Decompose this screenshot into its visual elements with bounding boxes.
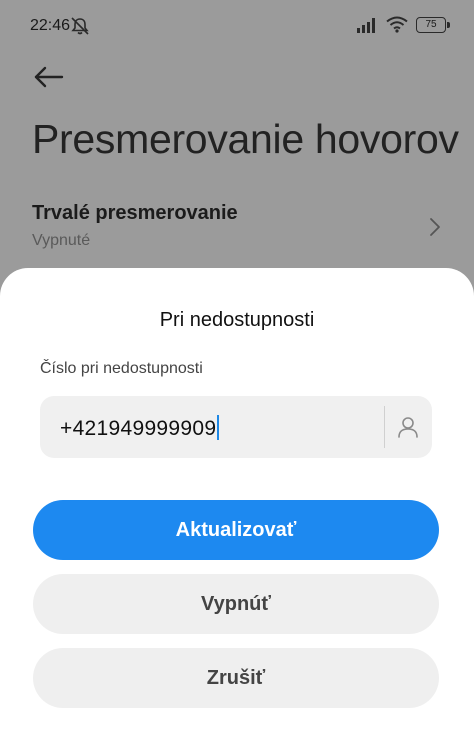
chevron-right-icon xyxy=(430,218,440,236)
muted-bell-icon xyxy=(71,17,89,35)
status-bar: 22:46 75 xyxy=(0,0,474,54)
phone-number-input[interactable]: +421949999909 xyxy=(60,415,220,441)
phone-number-value: +421949999909 xyxy=(60,417,217,440)
dialog-title: Pri nedostupnosti xyxy=(159,309,315,331)
bottom-sheet-dialog: Pri nedostupnosti Číslo pri nedostupnost… xyxy=(0,268,474,736)
phone-number-field[interactable]: +421949999909 xyxy=(40,396,432,458)
setting-row-permanent-forwarding[interactable]: Trvalé presmerovanie Vypnuté xyxy=(32,200,442,260)
page-title: Presmerovanie hovorov xyxy=(32,116,459,162)
setting-status: Vypnuté xyxy=(32,232,91,249)
input-divider xyxy=(384,406,385,448)
field-label: Číslo pri nedostupnosti xyxy=(40,360,203,377)
disable-button[interactable]: Vypnúť xyxy=(33,574,439,634)
cancel-button[interactable]: Zrušiť xyxy=(33,648,439,708)
wifi-icon xyxy=(386,16,408,33)
setting-title: Trvalé presmerovanie xyxy=(32,202,238,224)
battery-icon: 75 xyxy=(416,16,450,33)
status-time: 22:46 xyxy=(30,17,71,34)
text-caret xyxy=(217,415,220,440)
update-button[interactable]: Aktualizovať xyxy=(33,500,439,560)
back-arrow-icon[interactable] xyxy=(32,60,66,94)
contact-picker-icon[interactable] xyxy=(394,413,422,441)
signal-icon xyxy=(357,17,375,33)
status-icons: 75 xyxy=(356,16,450,33)
